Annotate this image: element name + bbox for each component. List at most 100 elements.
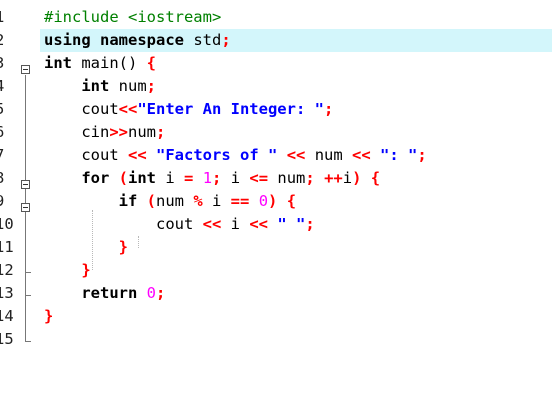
code-text: if (num % i == 0) { xyxy=(44,190,296,213)
code-token: #include <iostream> xyxy=(44,8,222,26)
code-line[interactable]: 8 for (int i = 1; i <= num; ++i) { xyxy=(0,167,552,190)
code-text: #include <iostream> xyxy=(44,6,221,29)
code-token: 0 xyxy=(258,192,269,210)
code-token: return xyxy=(81,284,138,302)
code-text: for (int i = 1; i <= num; ++i) { xyxy=(44,167,380,190)
code-token: <= xyxy=(249,169,269,187)
code-line[interactable]: 9 if (num % i == 0) { xyxy=(0,190,552,213)
code-token: << xyxy=(118,100,138,118)
code-token: " " xyxy=(277,215,306,233)
code-token: >> xyxy=(109,123,128,141)
line-number: 14 xyxy=(0,307,14,325)
code-token: "Factors of " xyxy=(156,146,278,164)
fold-for-icon[interactable] xyxy=(21,180,30,189)
code-token: "Enter An Integer: " xyxy=(137,100,324,118)
fold-main-icon[interactable] xyxy=(21,65,30,74)
line-number: 11 xyxy=(0,238,14,256)
code-text: int num; xyxy=(44,75,156,98)
line-number: 2 xyxy=(0,29,15,52)
code-token: ; xyxy=(156,284,166,302)
code-text: } xyxy=(44,305,53,328)
code-token: } xyxy=(81,261,91,279)
code-token: = xyxy=(184,169,194,187)
code-line[interactable]: 6 cin>>num; xyxy=(0,121,552,144)
code-token: num xyxy=(268,169,306,187)
code-token: ; xyxy=(212,169,222,187)
code-token: << xyxy=(286,146,306,164)
indent-guide xyxy=(92,210,94,270)
code-token: << xyxy=(128,146,147,164)
code-text: using namespace std; xyxy=(44,29,231,52)
code-token: ": " xyxy=(380,146,418,164)
code-line[interactable]: 11 } xyxy=(0,236,552,259)
code-line[interactable]: 13 return 0; xyxy=(0,282,552,305)
code-line[interactable]: 14} xyxy=(0,305,552,328)
line-number: 3 xyxy=(0,52,15,75)
code-line[interactable]: 2 using namespace std; xyxy=(0,29,552,52)
line-number: 6 xyxy=(0,121,15,144)
code-token: num xyxy=(128,123,156,141)
code-line[interactable]: 10 cout << i << " "; xyxy=(0,213,552,236)
code-line[interactable]: 3 int main() { xyxy=(0,52,552,75)
code-token: } xyxy=(44,307,54,325)
code-token: num xyxy=(109,77,147,95)
code-token: % xyxy=(193,192,203,210)
code-token: ) xyxy=(268,192,278,210)
code-token: { xyxy=(277,192,297,210)
code-token: ; xyxy=(323,100,334,118)
code-token: std xyxy=(183,31,222,49)
fold-end-for xyxy=(25,295,31,296)
code-token: int xyxy=(128,169,156,187)
code-line[interactable]: 1 #include <iostream> xyxy=(0,6,552,29)
code-token: cin xyxy=(44,123,110,141)
code-token: cout xyxy=(44,146,128,164)
code-token: ; xyxy=(305,215,315,233)
code-token: num xyxy=(156,192,194,210)
line-number: 7 xyxy=(0,144,15,167)
fold-end-main xyxy=(25,341,31,342)
code-token: i xyxy=(202,192,231,210)
indent-guide xyxy=(138,236,140,248)
code-token: i xyxy=(342,169,353,187)
code-text: cout<<"Enter An Integer: "; xyxy=(44,98,333,121)
code-line[interactable]: 15 xyxy=(0,328,552,351)
line-number: 15 xyxy=(0,330,14,348)
code-line[interactable]: 12 } xyxy=(0,259,552,282)
fold-end-if xyxy=(25,272,31,273)
code-token: i xyxy=(221,215,250,233)
code-token: num xyxy=(305,146,353,164)
fold-if-icon[interactable] xyxy=(21,203,30,212)
line-number: 12 xyxy=(0,261,14,279)
code-token: for xyxy=(81,169,110,187)
code-token: { xyxy=(137,54,157,72)
code-line[interactable]: 7 cout << "Factors of " << num << ": "; xyxy=(0,144,552,167)
code-token: 1 xyxy=(202,169,213,187)
code-token: ; xyxy=(221,31,231,49)
code-line[interactable]: 5 cout<<"Enter An Integer: "; xyxy=(0,98,552,121)
code-token: i xyxy=(156,169,184,187)
code-token: () xyxy=(118,54,138,72)
code-text: return 0; xyxy=(44,282,165,305)
code-editor[interactable]: 1 #include <iostream> 2 using namespace std… xyxy=(0,0,552,406)
code-token: ; xyxy=(146,77,156,95)
code-token: } xyxy=(118,238,128,256)
code-line[interactable]: 4 int num; xyxy=(0,75,552,98)
code-text: int main() { xyxy=(44,52,156,75)
code-token: main xyxy=(72,54,119,72)
code-token: ; xyxy=(305,169,315,187)
code-text: cout << "Factors of " << num << ": "; xyxy=(44,144,426,167)
line-number: 5 xyxy=(0,98,15,121)
